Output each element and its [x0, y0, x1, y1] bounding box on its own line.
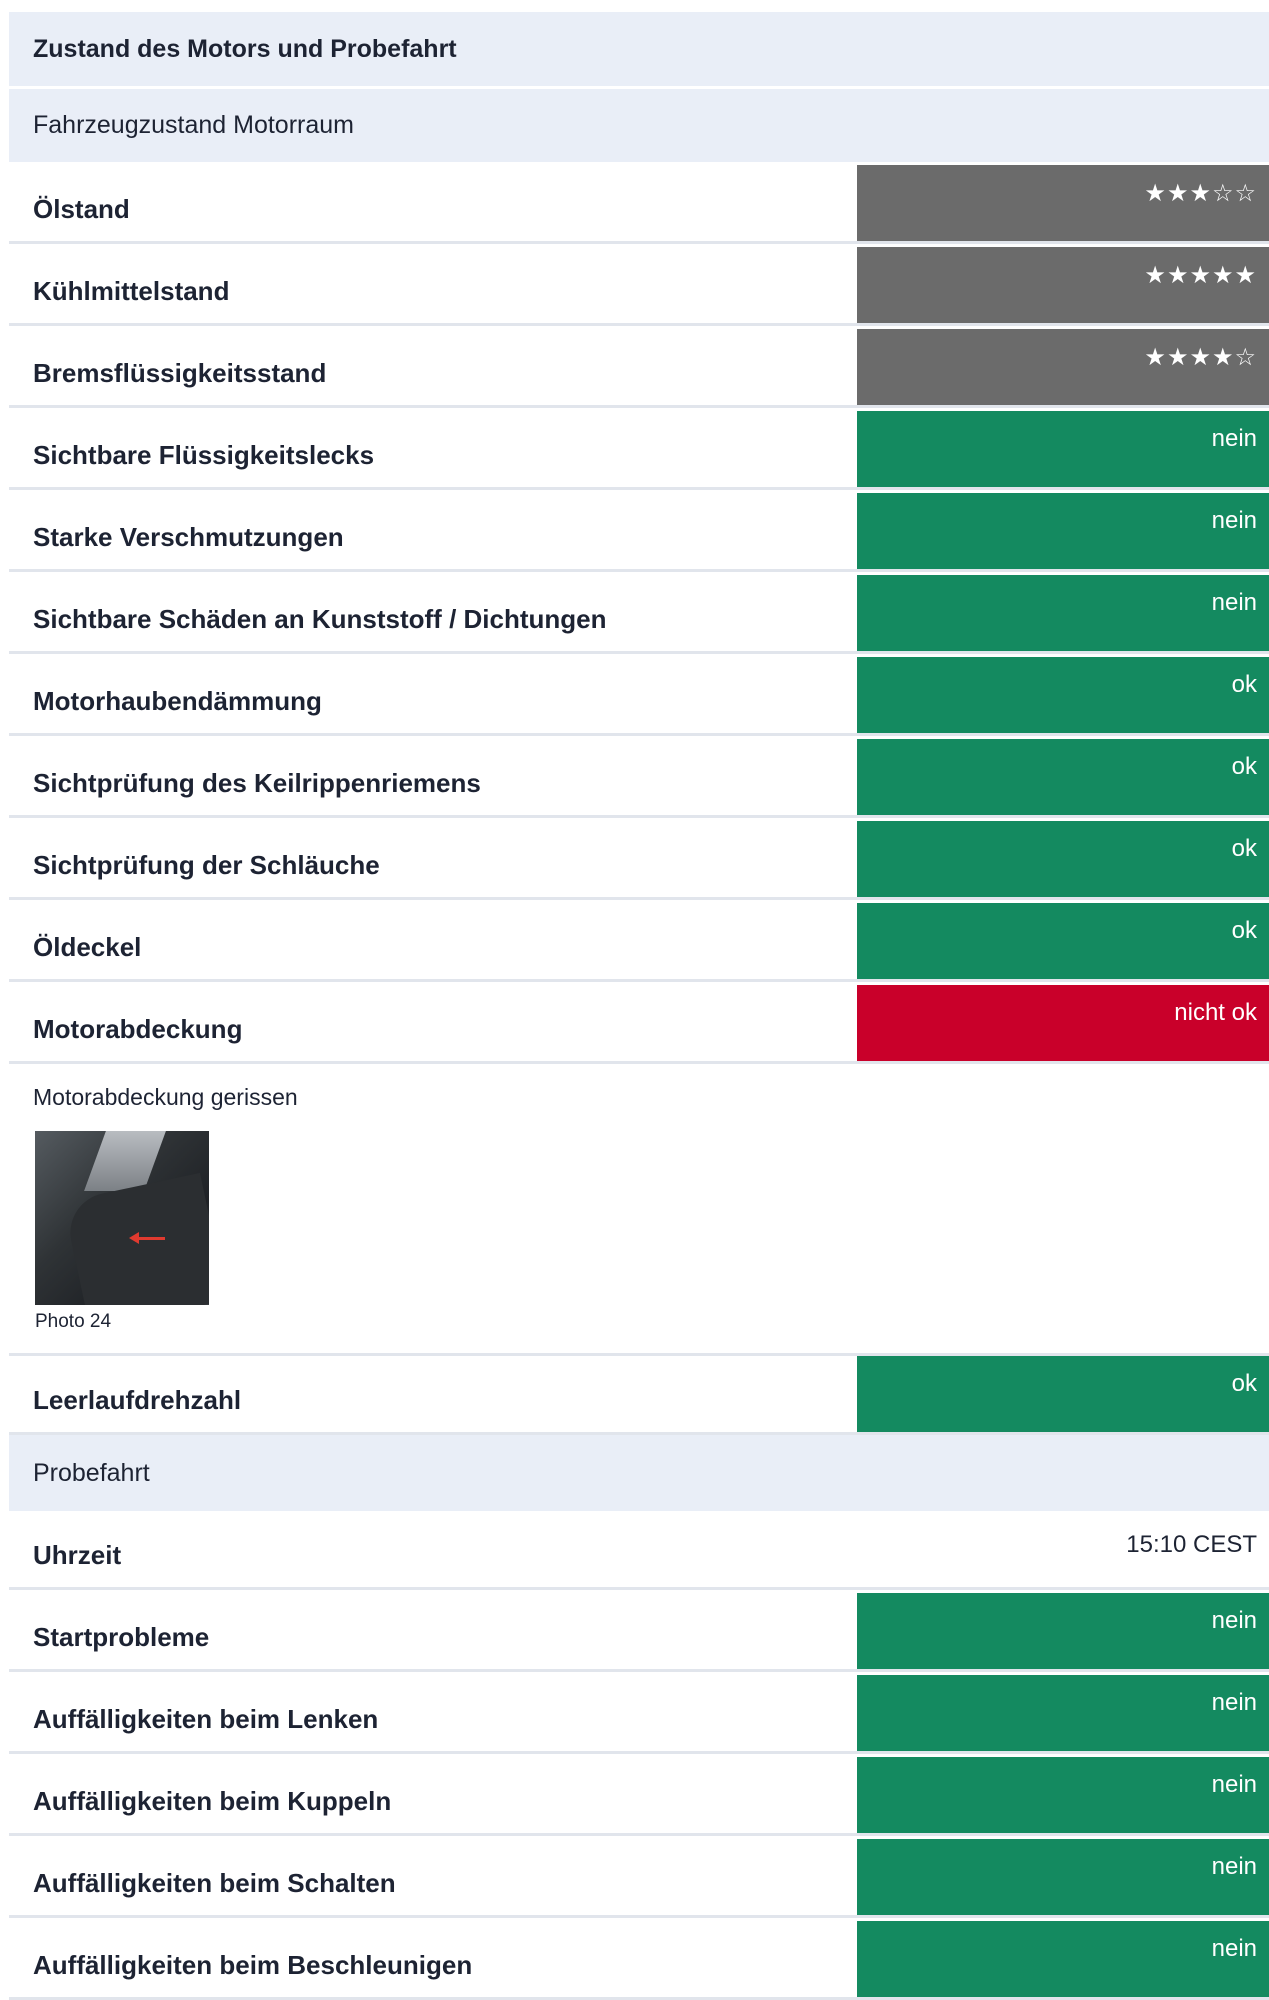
section-title: Zustand des Motors und Probefahrt [9, 12, 1269, 86]
result-row: Sichtbare Flüssigkeitslecks nein [9, 411, 1269, 490]
status-badge: nein [857, 493, 1269, 569]
row-label: Starke Verschmutzungen [33, 521, 344, 552]
result-row: Auffälligkeiten beim Kuppeln nein [9, 1757, 1269, 1836]
status-badge: ok [857, 739, 1269, 815]
row-label: Öldeckel [33, 931, 142, 962]
star-rating: ★★★★☆ [857, 329, 1269, 405]
result-row: Auffälligkeiten beim Beschleunigen nein [9, 1921, 1269, 2000]
row-label: Sichtbare Flüssigkeitslecks [33, 439, 375, 470]
star-rating: ★★★☆☆ [857, 165, 1269, 241]
row-label: Sichtbare Schäden an Kunststoff / Dichtu… [33, 603, 607, 634]
row-label: Auffälligkeiten beim Kuppeln [33, 1785, 392, 1816]
status-badge: nein [857, 1675, 1269, 1751]
photo-block: Photo 24 [9, 1111, 1269, 1333]
row-label: Sichtprüfung der Schläuche [33, 849, 380, 880]
damage-comment: Motorabdeckung gerissen [33, 1084, 298, 1110]
status-badge: nein [857, 1593, 1269, 1669]
row-label: Motorabdeckung [33, 1013, 243, 1044]
result-row: Auffälligkeiten beim Schalten nein [9, 1839, 1269, 1918]
result-row: Ölstand ★★★☆☆ [9, 165, 1269, 244]
row-label: Motorhaubendämmung [33, 685, 322, 716]
result-row-idle-speed: Leerlaufdrehzahl ok [9, 1356, 1269, 1435]
status-badge: nein [857, 1921, 1269, 1997]
photo-caption: Photo 24 [35, 1311, 112, 1332]
result-row: Starke Verschmutzungen nein [9, 493, 1269, 572]
photo-arrow-icon [135, 1237, 165, 1240]
row-label: Sichtprüfung des Keilrippenriemens [33, 767, 481, 798]
engine-bay-subtitle: Fahrzeugzustand Motorraum [9, 86, 1269, 162]
photo-arrow-head-icon [129, 1232, 139, 1244]
star-rating: ★★★★★ [857, 247, 1269, 323]
result-row: Motorhaubendämmung ok [9, 657, 1269, 736]
status-badge: nicht ok [857, 985, 1269, 1061]
status-badge: nein [857, 1839, 1269, 1915]
status-badge: ok [857, 1356, 1269, 1432]
status-badge: nein [857, 411, 1269, 487]
status-badge: ok [857, 657, 1269, 733]
status-badge: nein [857, 575, 1269, 651]
row-label: Auffälligkeiten beim Schalten [33, 1867, 396, 1898]
row-label: Startprobleme [33, 1621, 210, 1652]
row-label: Auffälligkeiten beim Beschleunigen [33, 1949, 473, 1980]
result-row: Motorabdeckung nicht ok [9, 985, 1269, 1064]
engine-inspection-report: Zustand des Motors und Probefahrt Fahrze… [9, 12, 1269, 2000]
result-row: Bremsflüssigkeitsstand ★★★★☆ [9, 329, 1269, 408]
row-label: Ölstand [33, 193, 130, 224]
result-row: Kühlmittelstand ★★★★★ [9, 247, 1269, 326]
row-label: Bremsflüssigkeitsstand [33, 357, 327, 388]
row-label: Leerlaufdrehzahl [33, 1384, 242, 1415]
result-row-time: Uhrzeit 15:10 CEST [9, 1511, 1269, 1590]
row-label: Auffälligkeiten beim Lenken [33, 1703, 379, 1734]
status-badge: nein [857, 1757, 1269, 1833]
result-row: Sichtprüfung des Keilrippenriemens ok [9, 739, 1269, 818]
result-row: Öldeckel ok [9, 903, 1269, 982]
status-badge: ok [857, 821, 1269, 897]
test-drive-subtitle: Probefahrt [9, 1435, 1269, 1511]
row-label: Uhrzeit [33, 1539, 122, 1570]
engine-bay-rows: Ölstand ★★★☆☆ Kühlmittelstand ★★★★★ Bremsflü… [9, 165, 1269, 1064]
result-row: Auffälligkeiten beim Lenken nein [9, 1675, 1269, 1754]
test-drive-rows: Startprobleme nein Auffälligkeiten beim Le… [9, 1593, 1269, 2000]
result-row: Sichtbare Schäden an Kunststoff / Dichtu… [9, 575, 1269, 654]
result-row: Sichtprüfung der Schläuche ok [9, 821, 1269, 900]
row-label: Kühlmittelstand [33, 275, 230, 306]
result-row: Startprobleme nein [9, 1593, 1269, 1672]
time-value: 15:10 CEST [1126, 1531, 1257, 1558]
engine-cover-photo[interactable] [35, 1131, 209, 1305]
status-badge: ok [857, 903, 1269, 979]
